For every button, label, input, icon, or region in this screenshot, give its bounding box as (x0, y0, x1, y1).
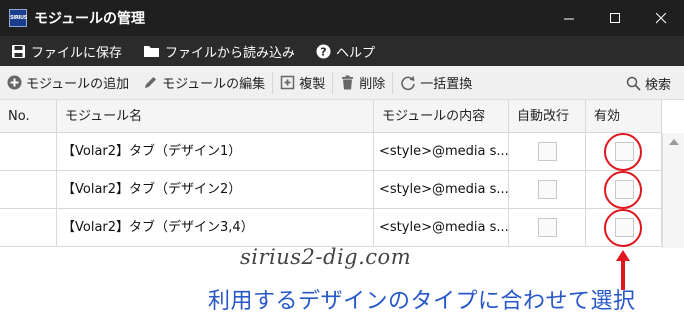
replace-all-label: 一括置換 (420, 77, 473, 92)
cell-auto-wrap (509, 133, 586, 171)
minimize-icon (563, 18, 574, 19)
cell-module-name: 【Volar2】タブ（デザイン2） (57, 171, 374, 209)
maximize-icon (609, 12, 620, 23)
menu-help[interactable]: ? ヘルプ (305, 36, 385, 66)
save-icon (12, 44, 25, 58)
cell-module-name: 【Volar2】タブ（デザイン3,4） (57, 209, 374, 247)
cell-module-content: <style>@media s... (374, 209, 509, 247)
cell-auto-wrap (509, 209, 586, 247)
edit-module-label: モジュールの編集 (162, 77, 266, 92)
auto-wrap-checkbox[interactable] (538, 142, 557, 161)
column-header-no[interactable]: No. (0, 100, 57, 133)
highlight-circle (604, 133, 642, 171)
module-table: No. モジュール名 モジュールの内容 自動改行 有効 【Volar2】タブ（デ… (0, 100, 684, 248)
search-icon (626, 76, 641, 91)
cell-no (0, 209, 57, 247)
minimize-button[interactable] (546, 0, 592, 36)
toolbar: モジュールの追加 モジュールの編集 複製 削除 一括置換 検索 (0, 66, 684, 100)
cell-no (0, 171, 57, 209)
delete-label: 削除 (359, 77, 386, 92)
table-row[interactable]: 【Volar2】タブ（デザイン2） <style>@media s... (0, 171, 662, 209)
table-row[interactable]: 【Volar2】タブ（デザイン1） <style>@media s... (0, 133, 662, 171)
menu-help-label: ヘルプ (336, 45, 376, 61)
window-title: モジュールの管理 (34, 11, 146, 27)
window-controls (546, 0, 684, 36)
menu-save-label: ファイルに保存 (31, 45, 123, 61)
column-header-enabled[interactable]: 有効 (586, 100, 662, 133)
refresh-icon (401, 75, 416, 90)
cell-no (0, 133, 57, 171)
delete-button[interactable]: 削除 (333, 66, 392, 100)
column-header-content[interactable]: モジュールの内容 (374, 100, 509, 133)
maximize-button[interactable] (592, 0, 638, 36)
title-bar: SIRIUS モジュールの管理 (0, 0, 684, 36)
close-button[interactable] (638, 0, 684, 36)
cell-auto-wrap (509, 171, 586, 209)
highlight-circle (604, 171, 642, 209)
app-logo-icon: SIRIUS (9, 9, 27, 27)
add-module-label: モジュールの追加 (26, 77, 130, 92)
help-icon: ? (316, 44, 331, 58)
vertical-scrollbar[interactable] (662, 133, 684, 248)
watermark: sirius2-dig.com (240, 245, 412, 269)
pencil-icon (145, 77, 157, 88)
column-header-auto-wrap[interactable]: 自動改行 (509, 100, 586, 133)
add-icon (7, 75, 22, 90)
cell-module-content: <style>@media s... (374, 133, 509, 171)
search-label: 検索 (644, 77, 671, 93)
menu-load-label: ファイルから読み込み (165, 45, 296, 61)
cell-module-name: 【Volar2】タブ（デザイン1） (57, 133, 374, 171)
trash-icon (342, 75, 354, 90)
menu-bar: ファイルに保存 ファイルから読み込み ? ヘルプ (0, 36, 684, 66)
close-icon (655, 12, 666, 23)
duplicate-button[interactable]: 複製 (273, 66, 332, 100)
table-header: No. モジュール名 モジュールの内容 自動改行 有効 (0, 100, 662, 133)
menu-save-to-file[interactable]: ファイルに保存 (0, 36, 132, 66)
svg-text:?: ? (320, 45, 326, 58)
cell-module-content: <style>@media s... (374, 171, 509, 209)
replace-all-button[interactable]: 一括置換 (393, 66, 479, 100)
scroll-up-arrow-icon[interactable] (669, 139, 679, 145)
annotation-caption: 利用するデザインのタイプに合わせて選択 (208, 289, 636, 314)
auto-wrap-checkbox[interactable] (538, 180, 557, 199)
table-row[interactable]: 【Volar2】タブ（デザイン3,4） <style>@media s... (0, 209, 662, 247)
duplicate-icon (280, 75, 295, 90)
add-module-button[interactable]: モジュールの追加 (0, 66, 136, 100)
search-button[interactable]: 検索 (619, 66, 678, 100)
menu-load-from-file[interactable]: ファイルから読み込み (132, 36, 305, 66)
column-header-name[interactable]: モジュール名 (57, 100, 374, 133)
highlight-circle (604, 209, 642, 247)
folder-icon (144, 46, 160, 57)
duplicate-label: 複製 (299, 77, 326, 92)
edit-module-button[interactable]: モジュールの編集 (136, 66, 272, 100)
auto-wrap-checkbox[interactable] (538, 218, 557, 237)
